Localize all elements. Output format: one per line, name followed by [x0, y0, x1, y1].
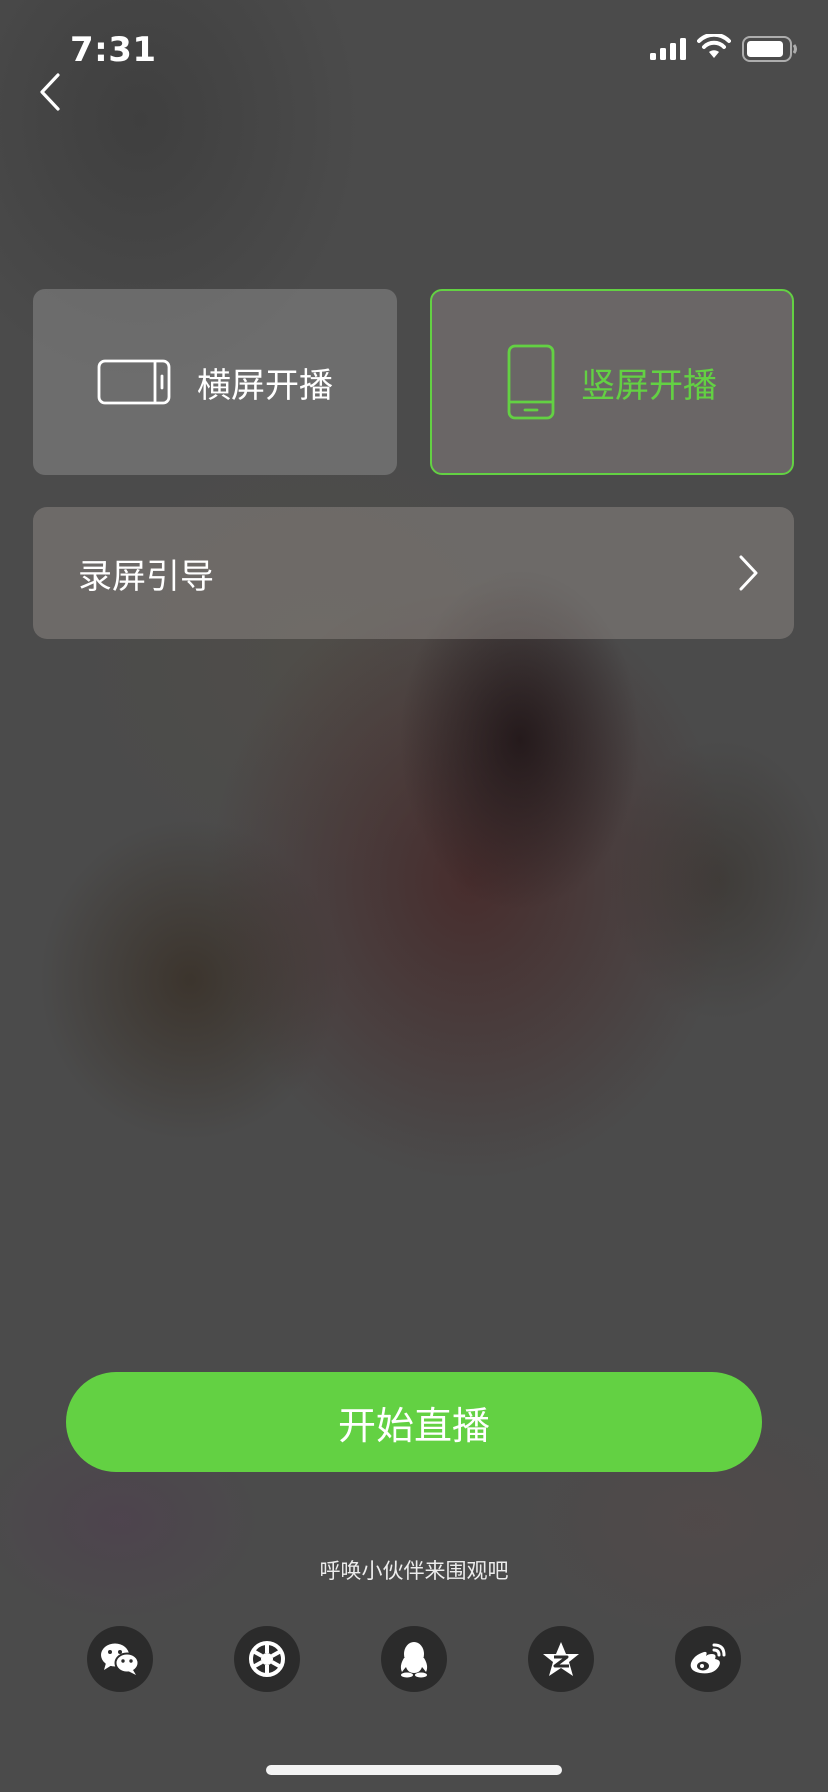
- wechat-icon: [101, 1643, 140, 1675]
- landscape-phone-icon: [97, 359, 171, 405]
- weibo-icon: [690, 1643, 726, 1674]
- share-wechat-button[interactable]: [87, 1626, 153, 1692]
- start-live-button[interactable]: 开始直播: [66, 1372, 762, 1472]
- chevron-right-icon: [739, 555, 758, 591]
- status-bar: 7:31: [0, 0, 828, 100]
- portrait-mode-label: 竖屏开播: [581, 365, 717, 406]
- blurred-background: [0, 0, 828, 1792]
- status-time: 7:31: [70, 30, 157, 70]
- landscape-mode-card[interactable]: 横屏开播: [33, 289, 397, 475]
- share-row: [87, 1626, 741, 1694]
- portrait-mode-card[interactable]: 竖屏开播: [430, 289, 794, 475]
- back-button[interactable]: [28, 70, 72, 114]
- portrait-phone-icon: [507, 344, 555, 420]
- moments-icon: [249, 1641, 285, 1677]
- invite-text: 呼唤小伙伴来围观吧: [319, 1559, 509, 1583]
- share-qzone-button[interactable]: [528, 1626, 594, 1692]
- qzone-icon: [543, 1642, 579, 1676]
- share-weibo-button[interactable]: [675, 1626, 741, 1692]
- guide-label: 录屏引导: [78, 556, 214, 597]
- chevron-left-icon: [40, 73, 60, 111]
- share-moments-button[interactable]: [234, 1626, 300, 1692]
- cellular-signal-icon: [650, 38, 686, 60]
- qq-icon: [400, 1642, 428, 1678]
- battery-icon: [742, 36, 797, 62]
- wifi-icon: [697, 34, 731, 58]
- share-qq-button[interactable]: [381, 1626, 447, 1692]
- screen-recording-guide-row[interactable]: 录屏引导: [33, 507, 794, 639]
- landscape-mode-label: 横屏开播: [197, 365, 333, 406]
- home-indicator[interactable]: [266, 1765, 562, 1775]
